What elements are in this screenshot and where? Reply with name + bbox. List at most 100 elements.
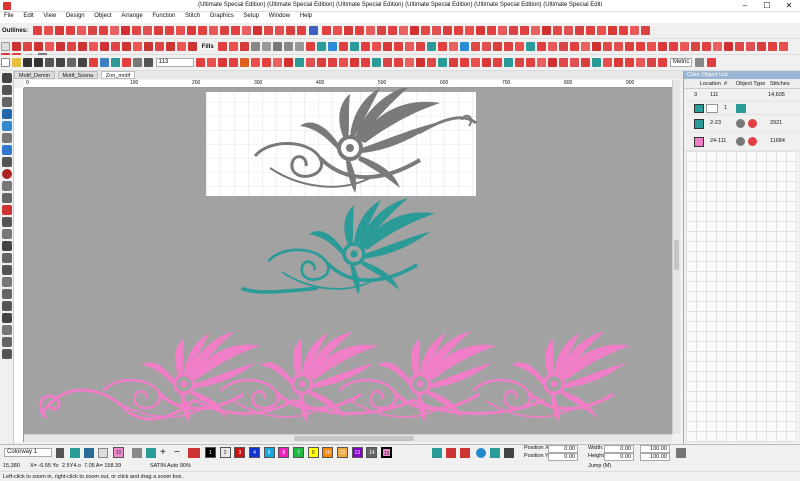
- pen-icon[interactable]: [2, 133, 12, 143]
- height-percent-field[interactable]: 100.00: [640, 453, 670, 461]
- menu-help[interactable]: Help: [296, 12, 316, 20]
- maximize-button[interactable]: ☐: [756, 0, 778, 12]
- fill-stitch-types[interactable]: [321, 26, 651, 35]
- thread-list-icon[interactable]: [446, 448, 456, 458]
- stop-icon[interactable]: [707, 58, 717, 67]
- swatch-1[interactable]: 1: [205, 447, 216, 458]
- knife-icon[interactable]: [2, 229, 12, 239]
- text-tool-icon[interactable]: [2, 109, 12, 119]
- list-row[interactable]: 3 111 14,605: [684, 89, 800, 102]
- menu-design[interactable]: Design: [62, 12, 89, 20]
- tab-zon-motif[interactable]: Zon_motif: [100, 71, 136, 79]
- list-row[interactable]: 2-23 2921: [684, 115, 800, 133]
- menu-graphics[interactable]: Graphics: [206, 12, 238, 20]
- shape-icon[interactable]: [2, 145, 12, 155]
- lettering-icon[interactable]: [2, 121, 12, 131]
- record-icon[interactable]: [2, 169, 12, 179]
- menu-stitch[interactable]: Stitch: [181, 12, 204, 20]
- menu-window[interactable]: Window: [265, 12, 294, 20]
- view-tools[interactable]: [195, 58, 670, 67]
- color-picker-icon[interactable]: [146, 448, 156, 458]
- circle-tool-icon[interactable]: [2, 157, 12, 167]
- grid-toggle-icon[interactable]: [504, 448, 514, 458]
- menu-file[interactable]: File: [0, 12, 18, 20]
- eraser-icon[interactable]: [2, 301, 12, 311]
- reshape-icon[interactable]: [2, 85, 12, 95]
- remove-color-icon[interactable]: −: [174, 448, 180, 458]
- width-percent-field[interactable]: 100.00: [640, 445, 670, 453]
- swatch-2[interactable]: 2: [219, 447, 231, 458]
- eyedropper-icon[interactable]: [132, 448, 142, 458]
- tab-motif-demin[interactable]: Motif_Demin: [14, 71, 55, 79]
- current-color-swatch[interactable]: 15: [113, 447, 124, 458]
- pink-border[interactable]: [39, 329, 633, 424]
- menu-object[interactable]: Object: [90, 12, 115, 20]
- scale-icon[interactable]: [2, 337, 12, 347]
- file-tools[interactable]: [0, 58, 156, 67]
- line-tool-icon[interactable]: [2, 193, 12, 203]
- gray-motif-preview[interactable]: [206, 88, 477, 196]
- lock-ratio-icon[interactable]: [676, 448, 686, 458]
- stitch-tool-icon[interactable]: [2, 205, 12, 215]
- position-y-field[interactable]: 0.00: [548, 453, 578, 461]
- thread-spool-icon[interactable]: [490, 448, 500, 458]
- sort-icon[interactable]: [460, 448, 470, 458]
- teal-motif[interactable]: [240, 196, 437, 297]
- thread-icon[interactable]: [70, 448, 80, 458]
- zoom-tool-icon[interactable]: [2, 253, 12, 263]
- select-arrow-icon[interactable]: [2, 73, 12, 83]
- minimize-button[interactable]: –: [734, 0, 756, 12]
- circle-icon[interactable]: [309, 26, 319, 35]
- colorway-select[interactable]: Colorway 1: [4, 448, 52, 457]
- swatch-4[interactable]: 4: [249, 447, 261, 458]
- colorway-dropdown-icon[interactable]: [56, 448, 64, 458]
- palette-icon[interactable]: [188, 448, 200, 458]
- bezier-icon[interactable]: [2, 241, 12, 251]
- node-edit-icon[interactable]: [2, 97, 12, 107]
- position-x-field[interactable]: 0.00: [548, 445, 578, 453]
- eyedropper-icon[interactable]: [2, 277, 12, 287]
- swatch-14[interactable]: 14: [366, 447, 378, 458]
- vertical-scroll-thumb[interactable]: [674, 240, 679, 270]
- color-wheel-icon[interactable]: [476, 448, 486, 458]
- zoom-field[interactable]: 113: [155, 58, 194, 67]
- menu-edit[interactable]: Edit: [19, 12, 37, 20]
- swatch-12[interactable]: 12: [337, 447, 349, 458]
- thread-chart-icon[interactable]: [432, 448, 442, 458]
- units-select[interactable]: Metric: [670, 58, 693, 67]
- blank-icon[interactable]: [98, 448, 108, 458]
- horizontal-scroll-thumb[interactable]: [294, 436, 414, 441]
- mirror-icon[interactable]: [2, 313, 12, 323]
- swatch-3[interactable]: 3: [234, 447, 246, 458]
- edit-tools[interactable]: [0, 42, 200, 51]
- menu-setup[interactable]: Setup: [239, 12, 263, 20]
- measure-icon[interactable]: [2, 217, 12, 227]
- horizontal-scrollbar[interactable]: [24, 434, 672, 442]
- swatch-15[interactable]: 15: [381, 447, 393, 458]
- vertical-scrollbar[interactable]: [672, 80, 680, 434]
- rotate-icon[interactable]: [2, 325, 12, 335]
- menu-function[interactable]: Function: [148, 12, 179, 20]
- swatch-6[interactable]: 6: [278, 447, 290, 458]
- height-field[interactable]: 0.00: [604, 453, 634, 461]
- shirt-icon[interactable]: [84, 448, 94, 458]
- swatch-5[interactable]: 5: [263, 447, 275, 458]
- swatch-10[interactable]: 10: [322, 447, 334, 458]
- list-row[interactable]: 1: [684, 102, 800, 115]
- settings-icon[interactable]: [694, 58, 704, 67]
- freehand-icon[interactable]: [2, 181, 12, 191]
- menu-arrange[interactable]: Arrange: [117, 12, 146, 20]
- pan-icon[interactable]: [2, 265, 12, 275]
- swatch-8[interactable]: 8: [307, 447, 319, 458]
- design-canvas[interactable]: [24, 88, 672, 434]
- list-row[interactable]: 24-111 11684: [684, 133, 800, 151]
- add-color-icon[interactable]: +: [160, 448, 166, 458]
- width-field[interactable]: 0.00: [604, 445, 634, 453]
- swatch-7[interactable]: 7: [293, 447, 305, 458]
- outline-stitch-types[interactable]: [32, 26, 309, 35]
- tab-motif-sosna[interactable]: Motif_Sosna: [57, 71, 99, 79]
- swatch-13[interactable]: 13: [351, 447, 363, 458]
- paint-icon[interactable]: [2, 289, 12, 299]
- grid-icon[interactable]: [2, 349, 12, 359]
- menu-view[interactable]: View: [39, 12, 60, 20]
